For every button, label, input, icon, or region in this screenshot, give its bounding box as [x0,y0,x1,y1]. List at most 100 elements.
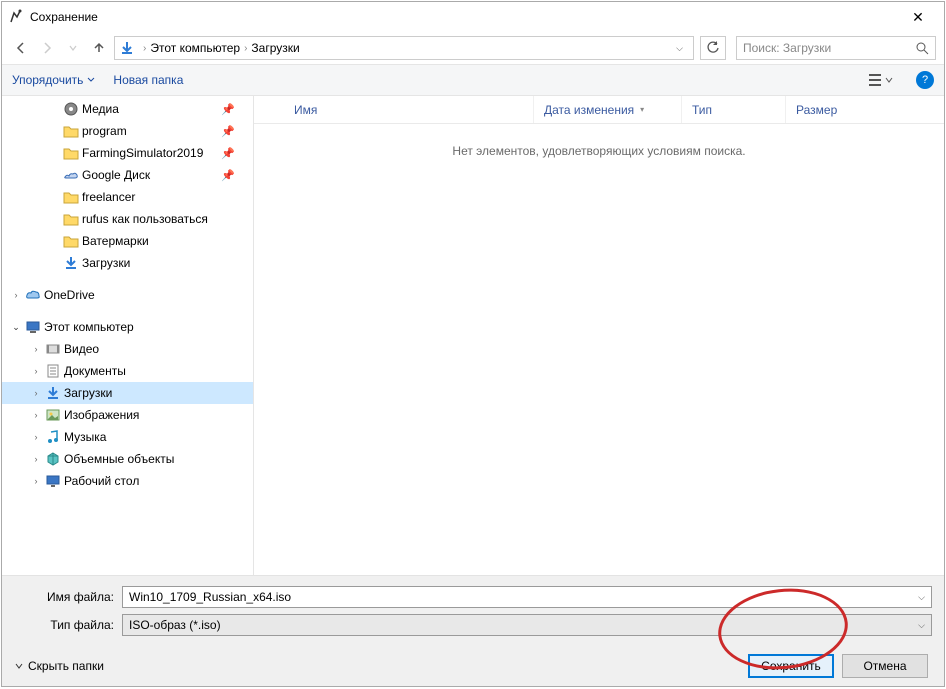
tree-item-label: Google Диск [82,168,150,182]
filename-input[interactable]: Win10_1709_Russian_x64.iso ⌵ [122,586,932,608]
chevron-right-icon[interactable]: › [30,388,42,398]
address-bar[interactable]: › Этот компьютер › Загрузки ⌵ [114,36,694,60]
col-date[interactable]: Дата изменения▾ [534,96,682,123]
tree-quick-item[interactable]: FarmingSimulator2019 📌 [2,142,253,164]
forward-button[interactable] [36,37,58,59]
window-title: Сохранение [30,10,898,24]
tree-onedrive[interactable]: › OneDrive [2,284,253,306]
search-input[interactable]: Поиск: Загрузки [736,36,936,60]
folder-icon [63,233,79,249]
view-options-button[interactable] [864,71,898,89]
folder-icon [63,123,79,139]
chevron-down-icon [14,661,24,671]
onedrive-icon [25,287,41,303]
breadcrumb-folder[interactable]: Загрузки [251,41,299,55]
filename-value: Win10_1709_Russian_x64.iso [129,590,291,604]
tree-item-label: Видео [64,342,99,356]
save-dialog: Сохранение ✕ › Этот компьютер › Загрузки… [1,1,945,687]
bottom-panel: Имя файла: Win10_1709_Russian_x64.iso ⌵ … [2,575,944,686]
chevron-right-icon: › [143,43,146,54]
tree-quick-item[interactable]: rufus как пользоваться [2,208,253,230]
chevron-right-icon[interactable]: › [30,476,42,486]
chevron-down-icon[interactable]: ⌵ [918,620,925,631]
empty-message: Нет элементов, удовлетворяющих условиям … [254,124,944,158]
tree-item-label: Загрузки [64,386,112,400]
col-name[interactable]: Имя [254,96,534,123]
search-placeholder: Поиск: Загрузки [743,41,831,55]
chevron-right-icon[interactable]: › [10,290,22,300]
tree-pc-item[interactable]: ›Рабочий стол [2,470,253,492]
help-button[interactable]: ? [916,71,934,89]
chevron-right-icon[interactable]: › [30,366,42,376]
filename-label: Имя файла: [14,590,122,604]
filetype-label: Тип файла: [14,618,122,632]
tree-pc-item[interactable]: › Загрузки [2,382,253,404]
tree-pc-item[interactable]: › Документы [2,360,253,382]
tree-this-pc[interactable]: ⌄Этот компьютер [2,316,253,338]
up-button[interactable] [88,37,110,59]
tree-item-label: freelancer [82,190,135,204]
new-folder-button[interactable]: Новая папка [113,73,183,87]
tree-item-label: FarmingSimulator2019 [82,146,203,160]
navbar: › Этот компьютер › Загрузки ⌵ Поиск: Заг… [2,32,944,64]
chevron-right-icon: › [244,43,247,54]
hide-folders-button[interactable]: Скрыть папки [14,659,104,673]
pin-icon: 📌 [221,125,235,138]
video-icon [45,341,61,357]
downloads-icon [45,385,61,401]
close-button[interactable]: ✕ [898,9,938,26]
tree-quick-item[interactable]: Медиа📌 [2,98,253,120]
back-button[interactable] [10,37,32,59]
address-dropdown-icon[interactable]: ⌵ [670,43,689,54]
pin-icon: 📌 [221,169,235,182]
tree-quick-item[interactable]: Загрузки [2,252,253,274]
tree-item-label: Изображения [64,408,139,422]
pin-icon: 📌 [221,147,235,160]
body: Медиа📌program📌FarmingSimulator2019📌Googl… [2,96,944,575]
tree-item-label: rufus как пользоваться [82,212,208,226]
column-headers: Имя Дата изменения▾ Тип Размер [254,96,944,124]
refresh-button[interactable] [700,36,726,60]
tree-quick-item[interactable]: freelancer [2,186,253,208]
cancel-button[interactable]: Отмена [842,654,928,678]
save-button[interactable]: Сохранить [748,654,834,678]
tree-item-label: OneDrive [44,288,95,302]
file-list: Имя Дата изменения▾ Тип Размер Нет элеме… [254,96,944,575]
chevron-down-icon[interactable]: ⌵ [918,592,925,603]
chevron-right-icon[interactable]: › [30,454,42,464]
chevron-down-icon[interactable]: ⌄ [10,322,22,333]
tree-pc-item[interactable]: › Музыка [2,426,253,448]
chevron-right-icon[interactable]: › [30,410,42,420]
chevron-down-icon: ▾ [640,105,644,114]
downloads-icon [119,40,135,56]
tree-item-label: program [82,124,127,138]
titlebar: Сохранение ✕ [2,2,944,32]
search-icon [916,42,929,55]
app-icon [8,9,24,25]
music-icon [45,429,61,445]
tree-quick-item[interactable]: Google Диск 📌 [2,164,253,186]
tree-quick-item[interactable]: program 📌 [2,120,253,142]
filetype-select[interactable]: ISO-образ (*.iso) ⌵ [122,614,932,636]
tree-pc-item[interactable]: › Видео [2,338,253,360]
breadcrumb-root[interactable]: Этот компьютер [150,41,240,55]
tree-quick-item[interactable]: Ватермарки [2,230,253,252]
folder-icon [63,211,79,227]
nav-tree[interactable]: Медиа📌program📌FarmingSimulator2019📌Googl… [2,96,254,575]
tree-item-label: Ватермарки [82,234,149,248]
organize-menu[interactable]: Упорядочить [12,73,95,87]
tree-item-label: Документы [64,364,126,378]
chevron-right-icon[interactable]: › [30,432,42,442]
tree-item-label: Музыка [64,430,106,444]
tree-pc-item[interactable]: › Изображения [2,404,253,426]
folder-icon [63,145,79,161]
col-type[interactable]: Тип [682,96,786,123]
tree-pc-item[interactable]: › Объемные объекты [2,448,253,470]
chevron-right-icon[interactable]: › [30,344,42,354]
gdrive-icon [63,167,79,183]
recent-dropdown-icon[interactable] [62,37,84,59]
pictures-icon [45,407,61,423]
col-size[interactable]: Размер [786,96,886,123]
pc-icon [25,319,41,335]
tree-item-label: Объемные объекты [64,452,174,466]
